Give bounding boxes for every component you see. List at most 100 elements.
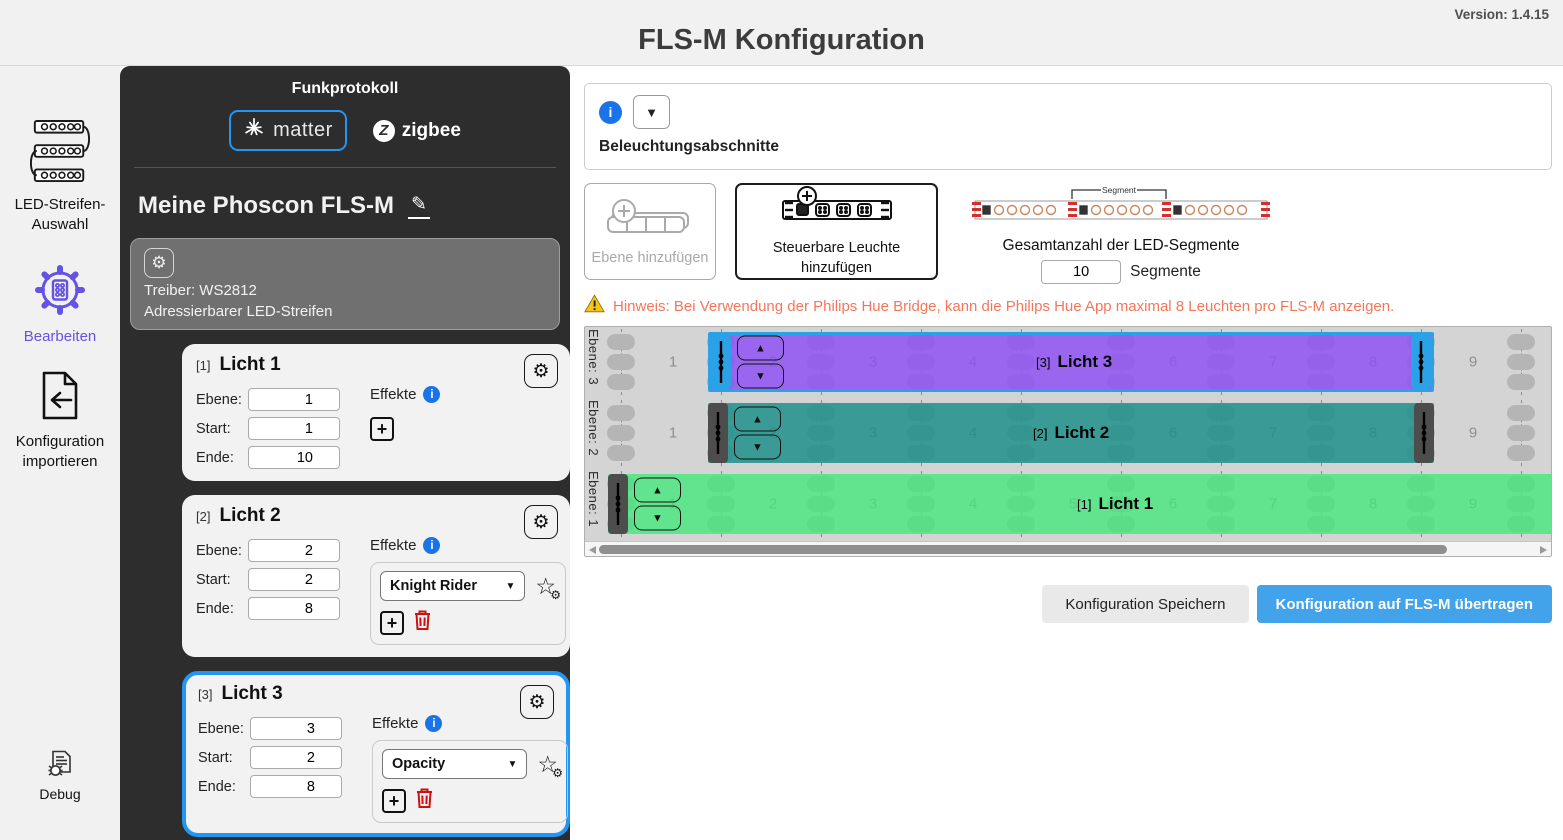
light-card-1: [1] Licht 1 ⚙ Ebene: Start: Ende:: [182, 344, 570, 481]
light-bar[interactable]: ▲ ▼ [2]Licht 2: [708, 403, 1434, 463]
drag-handle-left[interactable]: [711, 335, 731, 389]
light-settings-button[interactable]: ⚙: [524, 505, 558, 539]
start-label: Start:: [196, 421, 248, 437]
light-settings-button[interactable]: ⚙: [520, 685, 554, 719]
ende-label: Ende:: [196, 601, 248, 617]
effect-select[interactable]: Knight Rider ▼: [380, 571, 525, 601]
warning-text: Hinweis: Bei Verwendung der Philips Hue …: [613, 298, 1394, 315]
total-segments-input[interactable]: [1041, 260, 1121, 284]
move-buttons: ▲▼: [737, 336, 784, 389]
sidebar-item-debug[interactable]: Debug: [39, 750, 80, 804]
segment-number: 1: [661, 354, 685, 371]
led-dot: [607, 425, 635, 441]
light-name: Licht 2: [219, 505, 280, 527]
edit-name-icon[interactable]: ✎: [408, 193, 430, 219]
driver-line2: Adressierbarer LED-Streifen: [144, 303, 546, 320]
light-settings-button[interactable]: ⚙: [524, 354, 558, 388]
light-bar[interactable]: ▲▼[1]Licht 1: [608, 474, 1551, 534]
light-card-3: [3] Licht 3 ⚙ Ebene: Start: Ende:: [182, 671, 570, 837]
add-effect-button[interactable]: +: [370, 417, 394, 441]
matter-protocol-button[interactable]: matter: [229, 110, 347, 151]
sidebar-item-label: Debug: [39, 785, 80, 804]
effekte-label: Effekte: [370, 537, 416, 554]
light-bar[interactable]: ▲▼[3]Licht 3: [708, 332, 1434, 392]
add-ebene-icon: [604, 197, 696, 242]
start-input[interactable]: [248, 568, 340, 591]
scroll-right-arrow[interactable]: [1540, 546, 1547, 554]
strip-row: 12346789▲▼[2]Licht 2Ebene: 2: [585, 400, 1551, 466]
effekte-info-icon[interactable]: i: [423, 386, 440, 403]
version-label: Version: 1.4.15: [1454, 7, 1549, 22]
effect-settings-icon[interactable]: ☆ ⚙: [537, 753, 558, 776]
add-leuchte-label: Steuerbare Leuchte hinzufügen: [737, 239, 936, 278]
transfer-configuration-button[interactable]: Konfiguration auf FLS-M übertragen: [1257, 585, 1552, 623]
matter-label: matter: [273, 119, 333, 142]
horizontal-scrollbar[interactable]: [585, 541, 1551, 556]
move-down-button[interactable]: ▼: [634, 506, 681, 531]
ebene-input[interactable]: [248, 388, 340, 411]
driver-settings-icon[interactable]: ⚙: [144, 248, 174, 278]
led-strip-illustration: Segment: [971, 183, 1271, 234]
effect-select-value: Opacity: [392, 756, 445, 772]
divider: [134, 167, 556, 168]
move-down-button[interactable]: ▼: [737, 364, 784, 389]
light-index: [3]: [198, 687, 212, 702]
light-name: Licht 1: [219, 354, 280, 376]
sidebar-item-label: Bearbeiten: [24, 327, 97, 347]
sidebar-item-konfiguration-importieren[interactable]: Konfiguration importieren: [0, 371, 120, 473]
add-leuchte-button[interactable]: Steuerbare Leuchte hinzufügen: [735, 183, 938, 280]
effekte-info-icon[interactable]: i: [425, 715, 442, 732]
scroll-left-arrow[interactable]: [589, 546, 596, 554]
light-bar-index: [3]: [1036, 355, 1050, 370]
drag-handle-left[interactable]: [608, 474, 628, 534]
sidebar: LED-Streifen-Auswahl: [0, 66, 120, 840]
ende-input[interactable]: [248, 597, 340, 620]
gear-chip-icon: [34, 264, 86, 321]
drag-handle-right[interactable]: [1414, 403, 1434, 463]
led-dot: [1507, 354, 1535, 370]
effect-select[interactable]: Opacity ▼: [382, 749, 527, 779]
effect-settings-icon[interactable]: ☆ ⚙: [535, 575, 556, 598]
move-up-button[interactable]: ▲: [634, 478, 681, 503]
ende-input[interactable]: [250, 775, 342, 798]
move-buttons: ▲▼: [634, 478, 681, 531]
drag-handle-right[interactable]: [1411, 335, 1431, 389]
start-input[interactable]: [248, 417, 340, 440]
led-dot: [1507, 405, 1535, 421]
sidebar-item-bearbeiten[interactable]: Bearbeiten: [24, 264, 97, 347]
delete-effect-icon[interactable]: [413, 609, 432, 636]
effekte-info-icon[interactable]: i: [423, 537, 440, 554]
ebene-label: Ebene:: [196, 392, 248, 408]
segments-unit-label: Segmente: [1130, 263, 1201, 281]
sidebar-item-led-streifen-auswahl[interactable]: LED-Streifen-Auswahl: [0, 118, 120, 236]
move-down-button[interactable]: ▼: [734, 435, 781, 460]
ebene-input[interactable]: [248, 539, 340, 562]
device-config-panel: Funkprotokoll matter Z zigbee: [120, 66, 570, 840]
light-name: Licht 3: [221, 683, 282, 705]
total-segments-label: Gesamtanzahl der LED-Segmente: [1003, 237, 1240, 255]
add-effect-button[interactable]: +: [380, 611, 404, 635]
sections-info-icon[interactable]: i: [599, 101, 622, 124]
ebene-row-label: Ebene: 3: [586, 329, 601, 395]
ende-input[interactable]: [248, 446, 340, 469]
collapse-button[interactable]: ▼: [633, 95, 670, 129]
chevron-down-icon: ▼: [505, 581, 515, 592]
scrollbar-thumb[interactable]: [599, 545, 1447, 554]
save-configuration-button[interactable]: Konfiguration Speichern: [1042, 585, 1248, 623]
ebene-input[interactable]: [250, 717, 342, 740]
add-effect-button[interactable]: +: [382, 789, 406, 813]
delete-effect-icon[interactable]: [415, 787, 434, 814]
top-header: FLS-M Konfiguration Version: 1.4.15: [0, 0, 1563, 66]
start-input[interactable]: [250, 746, 342, 769]
move-up-button[interactable]: ▲: [734, 407, 781, 432]
driver-card[interactable]: ⚙ Treiber: WS2812 Adressierbarer LED-Str…: [130, 238, 560, 330]
move-up-button[interactable]: ▲: [737, 336, 784, 361]
ende-label: Ende:: [198, 779, 250, 795]
add-ebene-button[interactable]: Ebene hinzufügen: [584, 183, 716, 280]
zigbee-protocol-button[interactable]: Z zigbee: [373, 120, 461, 142]
led-dot: [607, 334, 635, 350]
effekte-label: Effekte: [372, 715, 418, 732]
light-bar-label: [2]Licht 2: [1033, 423, 1109, 443]
drag-handle-left[interactable]: [708, 403, 728, 463]
zigbee-label: zigbee: [402, 120, 461, 142]
